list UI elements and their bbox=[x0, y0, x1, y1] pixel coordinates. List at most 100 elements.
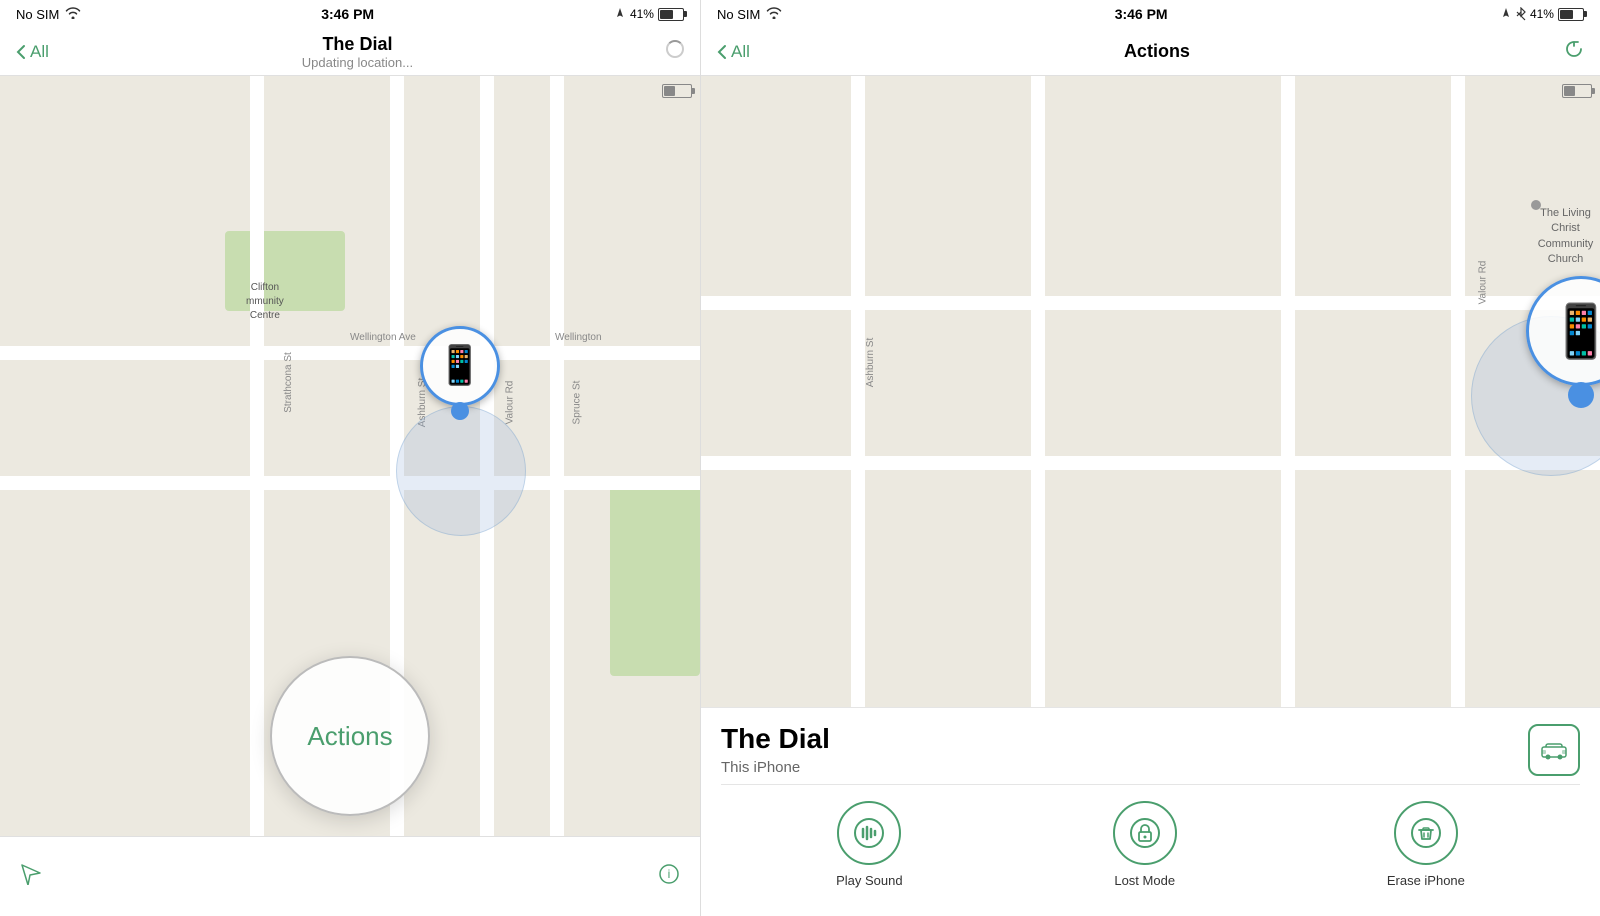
left-phone-screen: No SIM 3:46 PM 41% All The Dial Updating… bbox=[0, 0, 700, 916]
right-battery-percent: 41% bbox=[1530, 7, 1554, 21]
location-accuracy-circle bbox=[396, 406, 526, 536]
play-sound-icon bbox=[853, 817, 885, 849]
wifi-icon bbox=[65, 7, 81, 22]
road-h1 bbox=[0, 346, 700, 360]
right-location-icon bbox=[1500, 8, 1512, 20]
status-right: 41% bbox=[614, 7, 684, 21]
location-arrow-icon bbox=[20, 863, 42, 885]
right-road-label-ashburn: Ashburn St bbox=[864, 338, 877, 387]
right-map[interactable]: Ashburn St Valour Rd The LivingChrist Co… bbox=[701, 76, 1600, 707]
map-battery-left bbox=[662, 84, 692, 103]
erase-iphone-circle bbox=[1394, 801, 1458, 865]
right-status-left: No SIM bbox=[717, 7, 782, 22]
actions-label: Actions bbox=[307, 721, 392, 752]
church-dot bbox=[1531, 200, 1541, 210]
car-icon bbox=[1540, 739, 1568, 761]
device-pin-right[interactable]: 📱 bbox=[1526, 276, 1600, 408]
lost-mode-icon bbox=[1129, 817, 1161, 849]
right-road-label-valour: Valour Rd bbox=[1476, 261, 1489, 305]
battery-percent: 41% bbox=[630, 7, 654, 21]
bluetooth-icon bbox=[1516, 7, 1526, 21]
road-label-strathcona: Strathcona St bbox=[282, 352, 295, 413]
right-map-battery-icon bbox=[1562, 84, 1592, 98]
map-battery-icon bbox=[662, 84, 692, 98]
carrier-label: No SIM bbox=[16, 7, 59, 22]
left-status-bar: No SIM 3:46 PM 41% bbox=[0, 0, 700, 28]
lost-mode-label: Lost Mode bbox=[1114, 873, 1175, 888]
road-label-wellington-ave: Wellington Ave bbox=[350, 331, 416, 344]
right-status-time: 3:46 PM bbox=[1115, 6, 1168, 22]
device-subtitle: This iPhone bbox=[721, 759, 830, 776]
park-area-top bbox=[225, 231, 345, 311]
building-label-clifton: CliftonmmunityCentre bbox=[246, 281, 284, 323]
lost-mode-action[interactable]: Lost Mode bbox=[1113, 801, 1177, 888]
right-status-right: 41% bbox=[1500, 7, 1584, 21]
right-wifi-icon bbox=[766, 7, 782, 22]
left-map[interactable]: Strathcona St Ashburn St Valour Rd Spruc… bbox=[0, 76, 700, 836]
road-label-wellington: Wellington bbox=[555, 331, 602, 344]
device-title: The Dial bbox=[721, 724, 830, 755]
right-road-v2 bbox=[1031, 76, 1045, 707]
right-nav-title: Actions bbox=[750, 41, 1564, 62]
back-label: All bbox=[30, 42, 49, 62]
right-phone-icon: 📱 bbox=[1549, 301, 1600, 362]
play-sound-action[interactable]: Play Sound bbox=[836, 801, 903, 888]
erase-iphone-label: Erase iPhone bbox=[1387, 873, 1465, 888]
chevron-left-icon bbox=[16, 44, 26, 60]
right-chevron-left-icon bbox=[717, 44, 727, 60]
map-battery-right bbox=[1562, 84, 1592, 103]
status-left: No SIM bbox=[16, 7, 81, 22]
location-button[interactable] bbox=[20, 863, 42, 891]
right-carrier-label: No SIM bbox=[717, 7, 760, 22]
right-road-v1 bbox=[851, 76, 865, 707]
erase-iphone-action[interactable]: Erase iPhone bbox=[1387, 801, 1465, 888]
play-sound-label: Play Sound bbox=[836, 873, 903, 888]
road-v4 bbox=[550, 76, 564, 836]
actions-row: Play Sound Lost Mode bbox=[721, 784, 1580, 908]
phone-icon: 📱 bbox=[436, 344, 483, 388]
right-pin-dot bbox=[1568, 382, 1594, 408]
loading-spinner bbox=[666, 40, 684, 58]
right-road-v4 bbox=[1451, 76, 1465, 707]
right-battery-icon bbox=[1558, 8, 1584, 21]
refresh-icon bbox=[1564, 39, 1584, 59]
right-back-label: All bbox=[731, 42, 750, 62]
device-info: The Dial This iPhone bbox=[721, 724, 830, 776]
right-road-v3 bbox=[1281, 76, 1295, 707]
svg-text:i: i bbox=[668, 867, 671, 881]
back-button[interactable]: All bbox=[16, 42, 49, 62]
loading-spinner-container bbox=[666, 40, 684, 63]
left-nav-bar: All The Dial Updating location... bbox=[0, 28, 700, 76]
nav-title: The Dial bbox=[49, 34, 666, 55]
right-road-h1 bbox=[701, 296, 1600, 310]
device-pin-left[interactable]: 📱 bbox=[420, 326, 500, 420]
actions-button[interactable]: Actions bbox=[270, 656, 430, 816]
road-label-valour: Valour Rd bbox=[503, 381, 516, 425]
battery-icon bbox=[658, 8, 684, 21]
directions-button[interactable] bbox=[1528, 724, 1580, 776]
right-pin-circle: 📱 bbox=[1526, 276, 1600, 386]
refresh-button[interactable] bbox=[1564, 39, 1584, 65]
right-status-bar: No SIM 3:46 PM 41% bbox=[701, 0, 1600, 28]
erase-icon bbox=[1410, 817, 1442, 849]
right-road-h2 bbox=[701, 456, 1600, 470]
info-header: The Dial This iPhone bbox=[721, 724, 1580, 776]
play-sound-circle bbox=[837, 801, 901, 865]
lost-mode-circle bbox=[1113, 801, 1177, 865]
info-panel: The Dial This iPhone bbox=[701, 707, 1600, 916]
right-phone-screen: No SIM 3:46 PM 41% All Actions bbox=[700, 0, 1600, 916]
road-h2 bbox=[0, 476, 700, 490]
info-circle-icon: i bbox=[658, 863, 680, 885]
nav-subtitle: Updating location... bbox=[49, 55, 666, 70]
right-nav-bar: All Actions bbox=[701, 28, 1600, 76]
right-map-background bbox=[701, 76, 1600, 707]
right-back-button[interactable]: All bbox=[717, 42, 750, 62]
actions-button-container: Actions bbox=[270, 656, 430, 816]
pin-dot bbox=[451, 402, 469, 420]
info-button[interactable]: i bbox=[658, 863, 680, 891]
road-v1 bbox=[250, 76, 264, 836]
status-time: 3:46 PM bbox=[321, 6, 374, 22]
pin-circle: 📱 bbox=[420, 326, 500, 406]
location-icon bbox=[614, 8, 626, 20]
left-bottom-bar: i bbox=[0, 836, 700, 916]
